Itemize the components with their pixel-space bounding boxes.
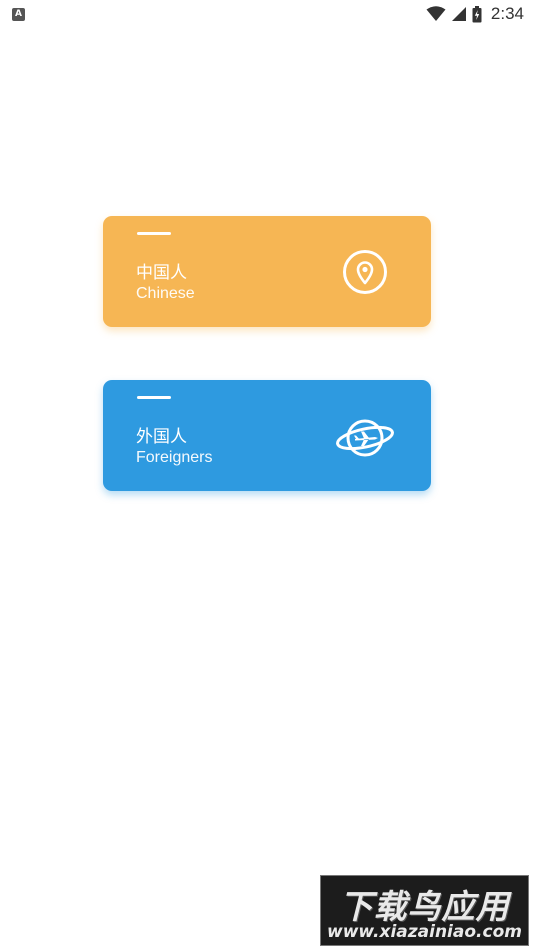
app-screen: A 2:34 中国人 Chinese 外国人 Foreigners 下载鸟应用 … bbox=[0, 0, 534, 950]
card-title-zh: 外国人 bbox=[136, 427, 187, 447]
status-time: 2:34 bbox=[490, 4, 524, 23]
planet-airplane-icon bbox=[336, 419, 394, 457]
card-title-en: Chinese bbox=[136, 285, 195, 302]
wifi-icon bbox=[426, 6, 446, 21]
watermark-title: 下载鸟应用 bbox=[339, 887, 510, 926]
watermark-url: www.xiazainiao.com bbox=[327, 922, 522, 942]
watermark-logo: 下载鸟应用 www.xiazainiao.com bbox=[320, 875, 529, 946]
card-title-en: Foreigners bbox=[136, 449, 213, 466]
card-title-zh: 中国人 bbox=[136, 263, 187, 283]
status-icons: 2:34 bbox=[426, 4, 524, 24]
chinese-option-card[interactable]: 中国人 Chinese bbox=[103, 216, 431, 327]
card-accent-bar bbox=[137, 232, 171, 235]
foreigners-option-card[interactable]: 外国人 Foreigners bbox=[103, 380, 431, 491]
notification-icon: A bbox=[12, 7, 25, 21]
location-pin-icon bbox=[343, 250, 387, 294]
battery-charging-icon bbox=[472, 5, 482, 22]
card-accent-bar bbox=[137, 396, 171, 399]
status-bar: A 2:34 bbox=[0, 0, 534, 28]
cell-signal-icon bbox=[451, 7, 466, 21]
